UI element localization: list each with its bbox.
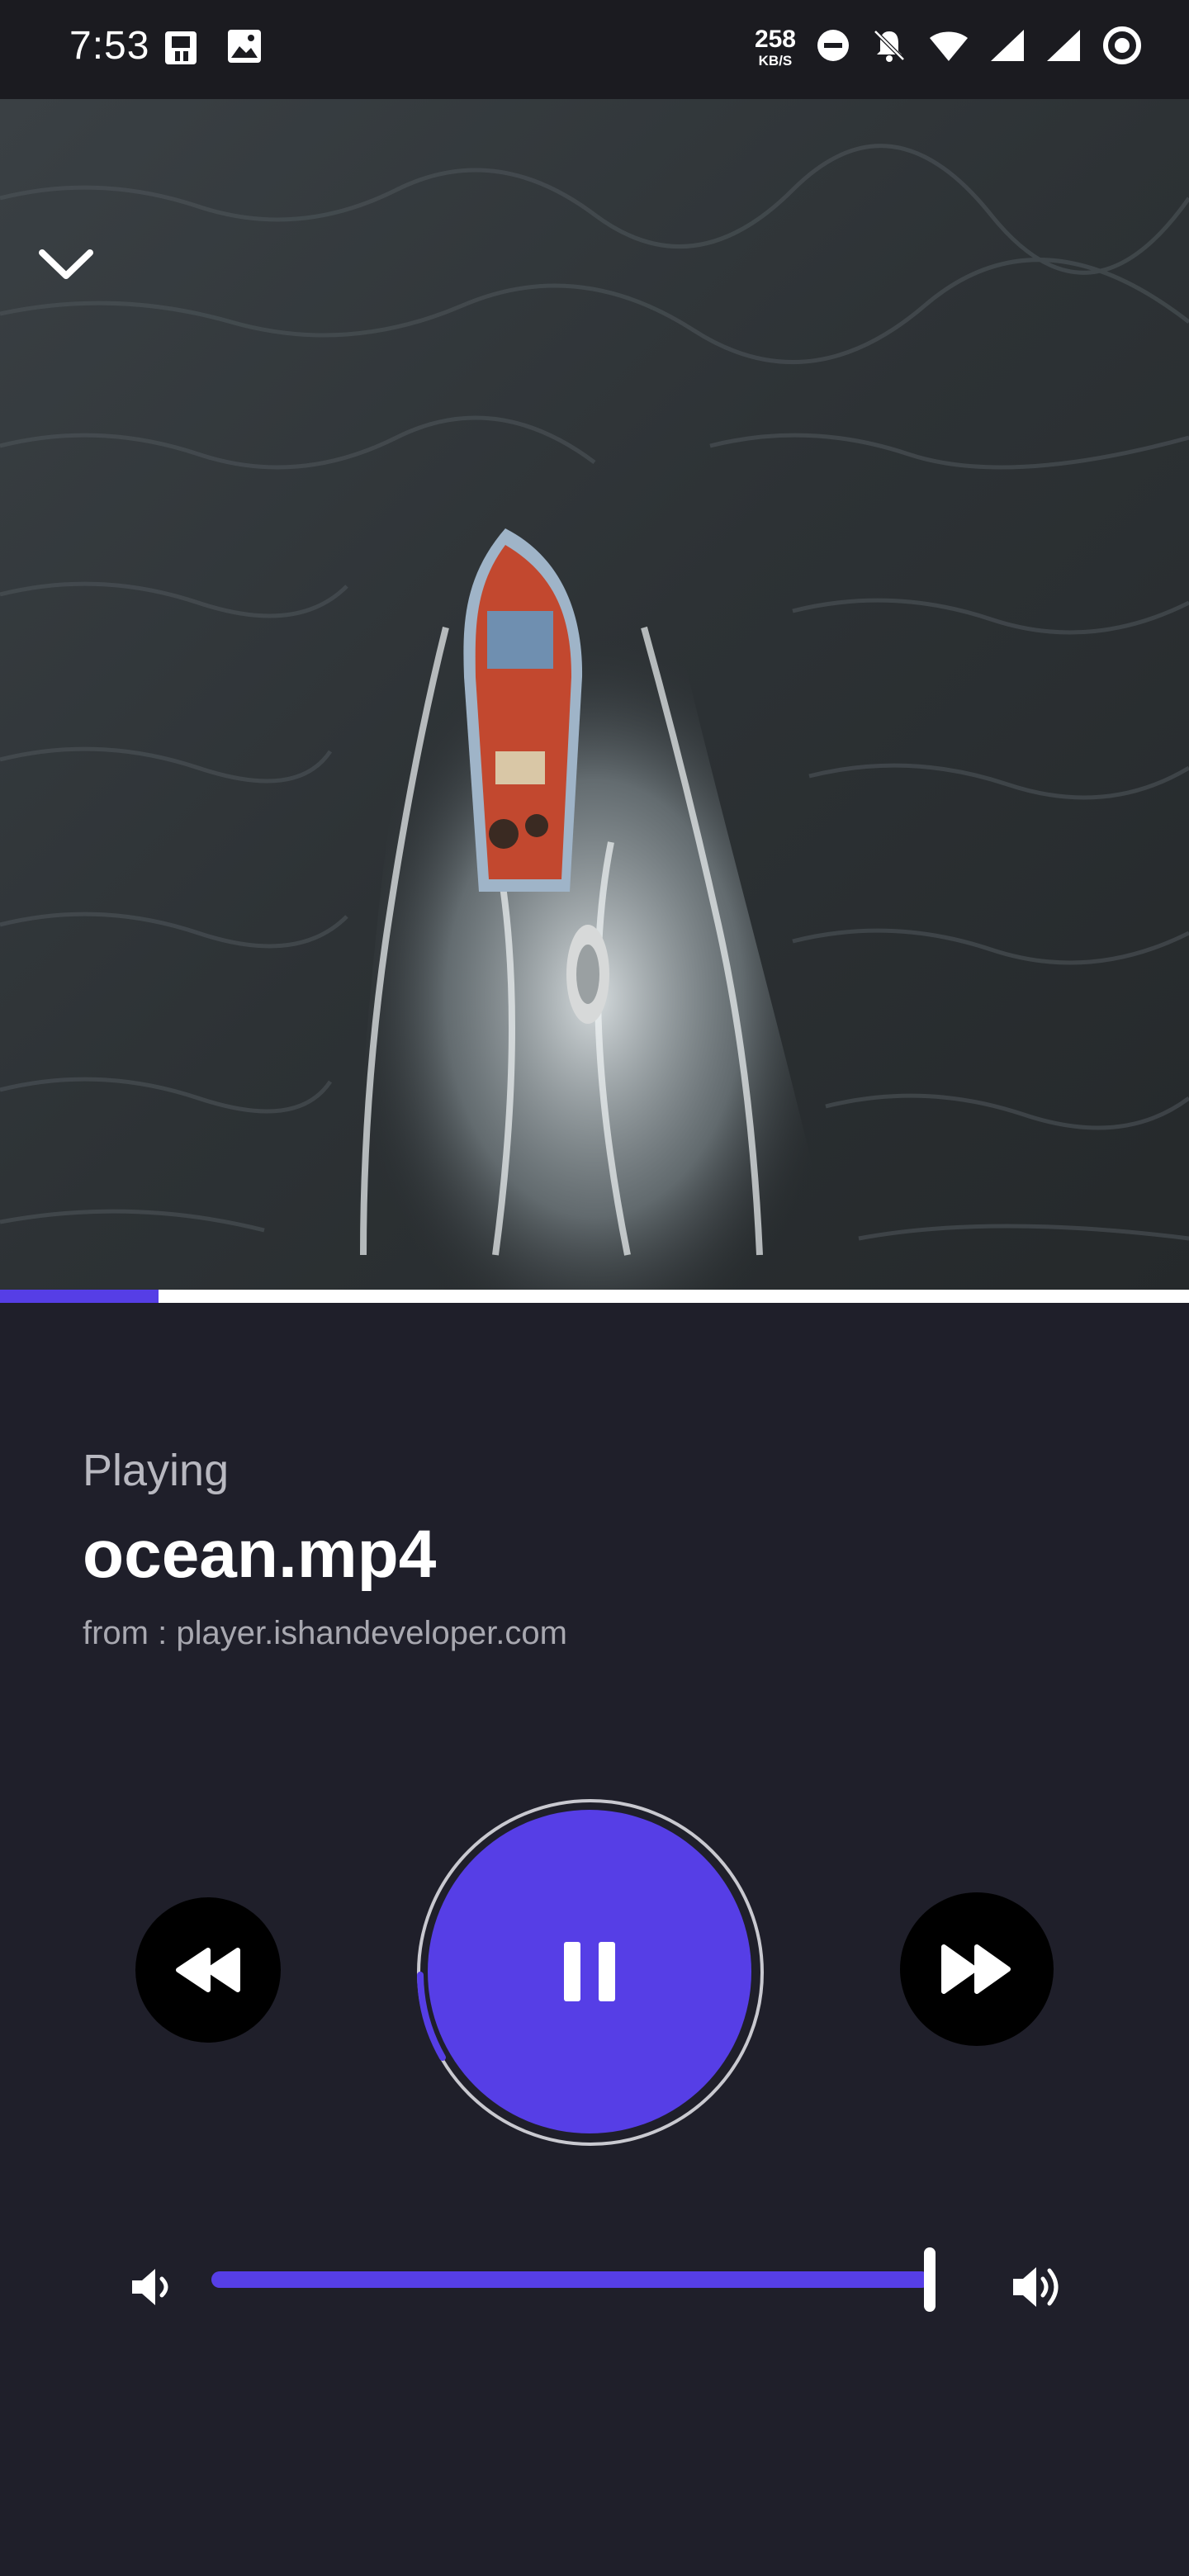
status-right-icons: 258 KB/S bbox=[755, 25, 1143, 70]
collapse-button[interactable] bbox=[33, 231, 99, 297]
volume-slider[interactable] bbox=[211, 2271, 930, 2288]
volume-low-icon bbox=[132, 2269, 168, 2305]
circle-ring-icon bbox=[1101, 25, 1143, 70]
volume-high-icon bbox=[1013, 2267, 1059, 2307]
rewind-button[interactable] bbox=[135, 1897, 281, 2043]
video-player-screen: 7:53 258 KB/S Playing ocean.mp4 from: p… bbox=[0, 0, 1189, 2576]
fast-forward-icon bbox=[941, 1944, 1011, 1994]
bell-off-icon bbox=[870, 26, 908, 69]
volume-slider-thumb[interactable] bbox=[924, 2247, 936, 2312]
rewind-icon bbox=[176, 1948, 240, 1992]
volume-down-button[interactable] bbox=[119, 2254, 185, 2320]
signal-icon-2 bbox=[1045, 28, 1082, 67]
signal-icon bbox=[989, 28, 1026, 67]
pause-icon bbox=[564, 1942, 615, 2001]
media-title: ocean.mp4 bbox=[83, 1517, 437, 1592]
wifi-icon bbox=[928, 28, 969, 67]
dnd-icon bbox=[816, 28, 850, 67]
status-time: 7:53 bbox=[69, 24, 150, 68]
status-left-icons bbox=[162, 28, 263, 72]
volume-up-button[interactable] bbox=[1006, 2254, 1072, 2320]
pause-button[interactable] bbox=[428, 1810, 751, 2133]
phone-sync-icon bbox=[162, 28, 205, 72]
playback-status: Playing bbox=[83, 1446, 230, 1495]
video-progress-fill bbox=[0, 1290, 159, 1303]
video-progress-bar[interactable] bbox=[0, 1290, 1189, 1303]
chevron-down-icon bbox=[39, 249, 93, 279]
status-bar: 7:53 258 KB/S bbox=[0, 0, 1189, 99]
network-speed: 258 KB/S bbox=[754, 26, 796, 69]
media-source: from : player.ishandeveloper.com bbox=[83, 1615, 567, 1651]
fast-forward-button[interactable] bbox=[900, 1892, 1054, 2046]
video-frame[interactable] bbox=[0, 99, 1189, 1290]
volume-slider-fill bbox=[211, 2271, 930, 2288]
gallery-icon bbox=[226, 28, 263, 72]
